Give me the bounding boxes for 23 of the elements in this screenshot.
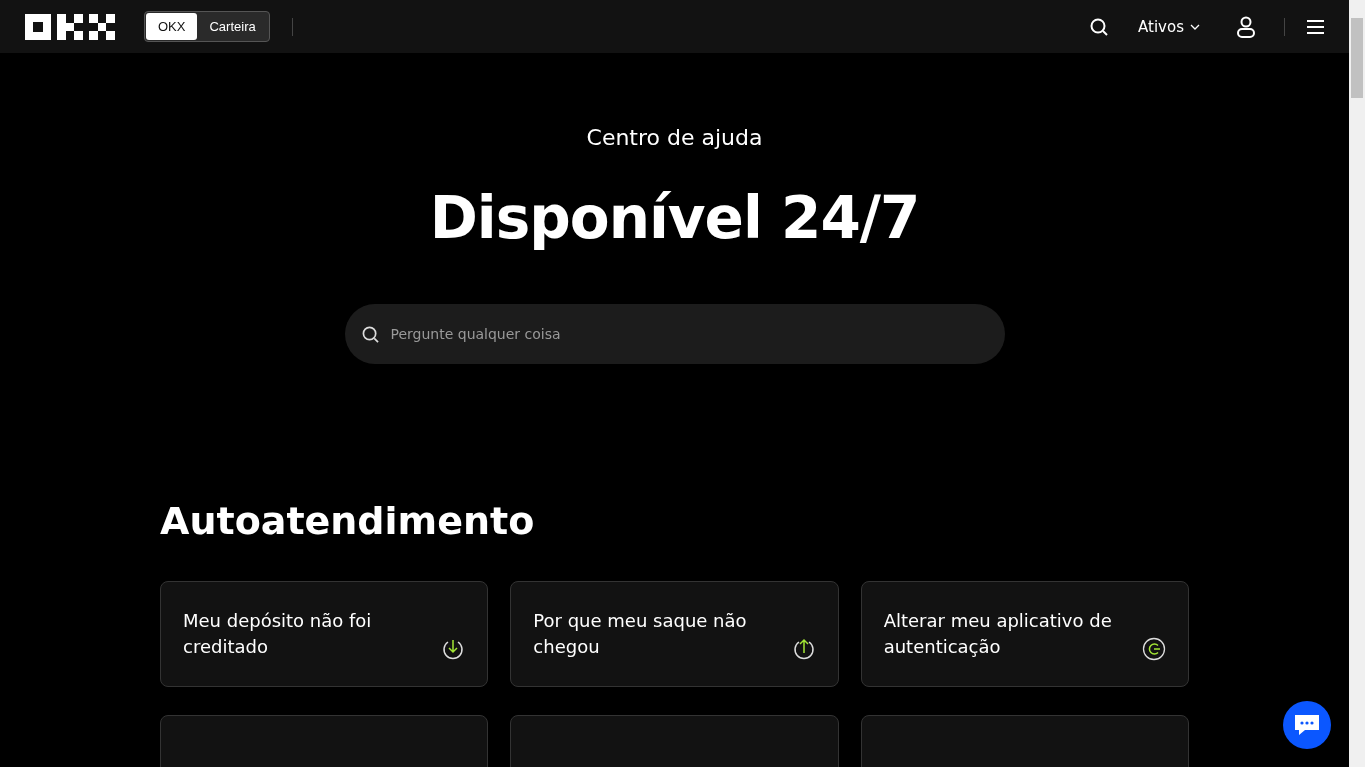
- okx-logo[interactable]: [25, 13, 115, 40]
- search-icon: [361, 325, 379, 343]
- switch-tab[interactable]: OKX: [146, 13, 198, 40]
- arrow-down-icon: [441, 637, 466, 661]
- chat-button[interactable]: [1283, 701, 1331, 749]
- menu-icon[interactable]: [1307, 19, 1324, 34]
- section-label: Centro de ajuda: [586, 125, 763, 150]
- help-card[interactable]: Alterar meu aplicativo de autenticação: [860, 581, 1189, 687]
- section-heading: Autoatendimento: [160, 499, 536, 543]
- search-input[interactable]: Pergunte qualquer coisa: [388, 325, 988, 343]
- help-card[interactable]: Por que meu saque não chegou: [510, 581, 839, 687]
- arrow-up-icon: [791, 637, 816, 661]
- help-card[interactable]: Meu depósito não foi creditado: [160, 581, 489, 687]
- page-title: Disponível 24/7: [429, 184, 920, 252]
- search-icon[interactable]: [1090, 17, 1109, 36]
- chat-bubble-icon: [1293, 713, 1321, 737]
- authenticator-icon: [1142, 637, 1166, 661]
- assets-menu[interactable]: Ativos: [1132, 16, 1206, 37]
- search-field[interactable]: Pergunte qualquer coisa: [344, 304, 1005, 364]
- switch-tab[interactable]: Carteira: [197, 13, 268, 40]
- chevron-down-icon: [1190, 23, 1200, 30]
- scrollbar[interactable]: [1349, 0, 1365, 767]
- user-icon[interactable]: [1236, 15, 1256, 38]
